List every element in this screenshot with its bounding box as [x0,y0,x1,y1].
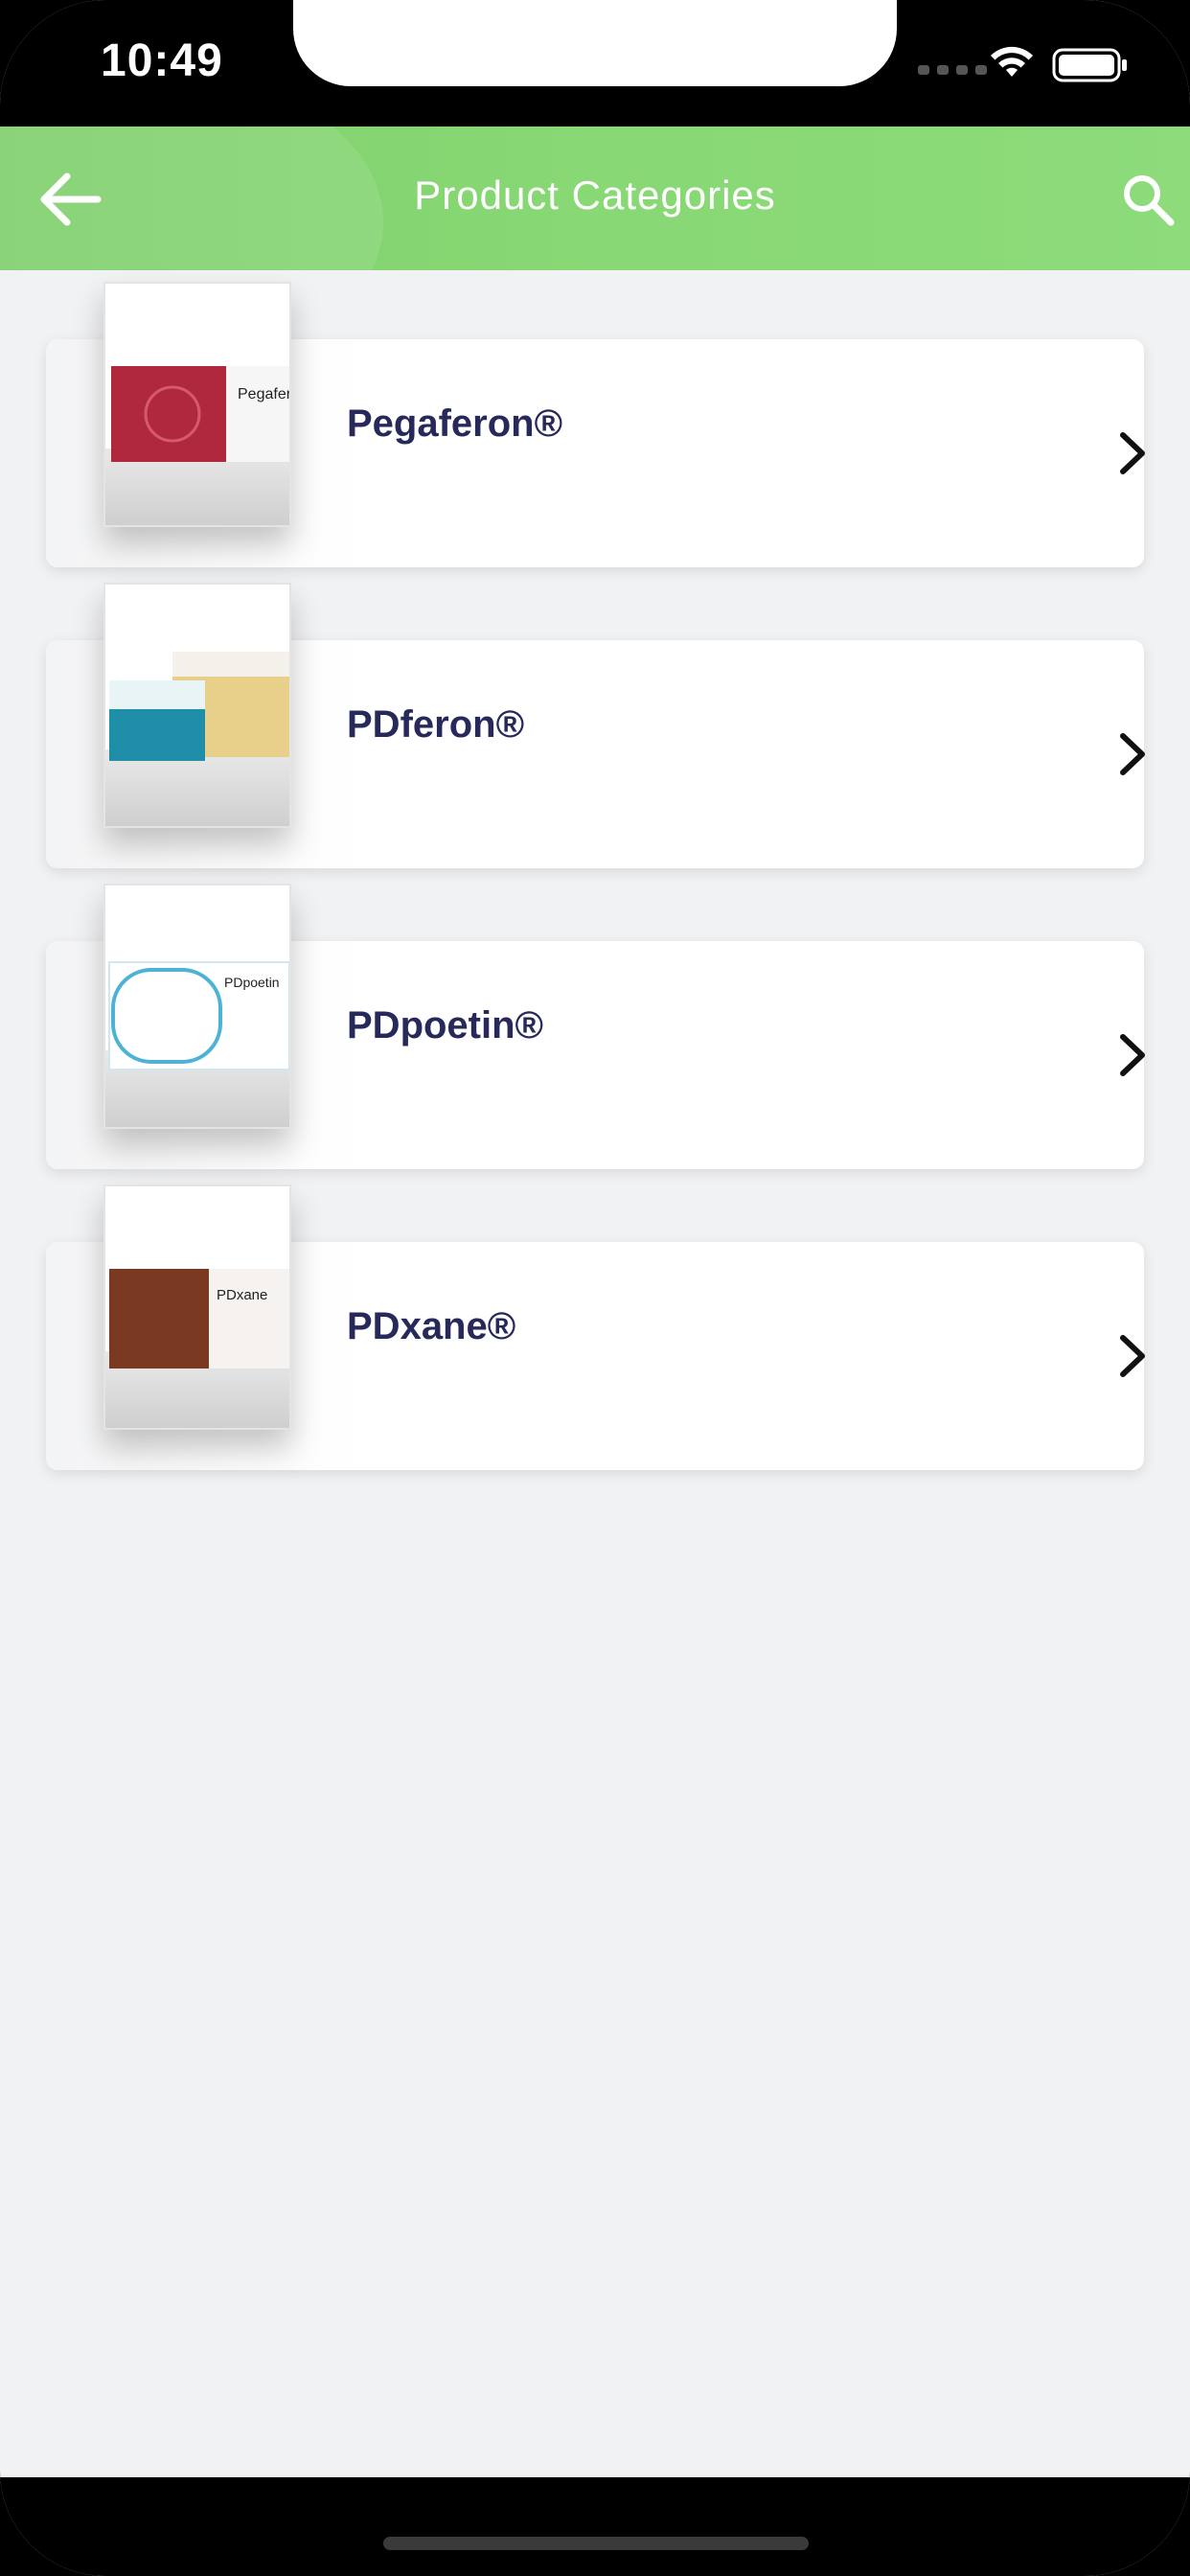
status-time: 10:49 [101,35,223,86]
product-name: PDpoetin® [347,1004,544,1046]
svg-text:PDxane: PDxane [217,1287,267,1303]
cellular-signal-icon [918,65,987,75]
product-image-pegaferon: Pegaferon [103,282,291,527]
product-name: Pegaferon® [347,402,563,445]
home-indicator[interactable] [383,2537,809,2550]
search-icon[interactable] [1119,171,1177,228]
chevron-right-icon[interactable] [1115,1332,1150,1380]
notch [293,0,897,86]
home-bar-area [0,2477,1190,2576]
product-name: PDxane® [347,1305,516,1347]
svg-text:Pegaferon: Pegaferon [238,386,289,402]
chevron-right-icon[interactable] [1115,429,1150,477]
chevron-right-icon[interactable] [1115,730,1150,778]
svg-text:PDpoetin: PDpoetin [224,975,280,990]
product-image-pdpoetin: PDpoetin [103,884,291,1129]
product-name: PDferon® [347,703,525,746]
app-header: Product Categories [0,126,1190,270]
page-title: Product Categories [414,172,776,218]
battery-icon [1052,48,1127,82]
product-image-pdferon [103,583,291,828]
status-bar: 10:49 [0,0,1190,126]
wifi-icon [991,46,1033,77]
product-image-pdxane: PDxane [103,1184,291,1430]
chevron-right-icon[interactable] [1115,1031,1150,1079]
app-screen: 10:49 Product Categories Pegaferon® Pega… [0,0,1190,2576]
